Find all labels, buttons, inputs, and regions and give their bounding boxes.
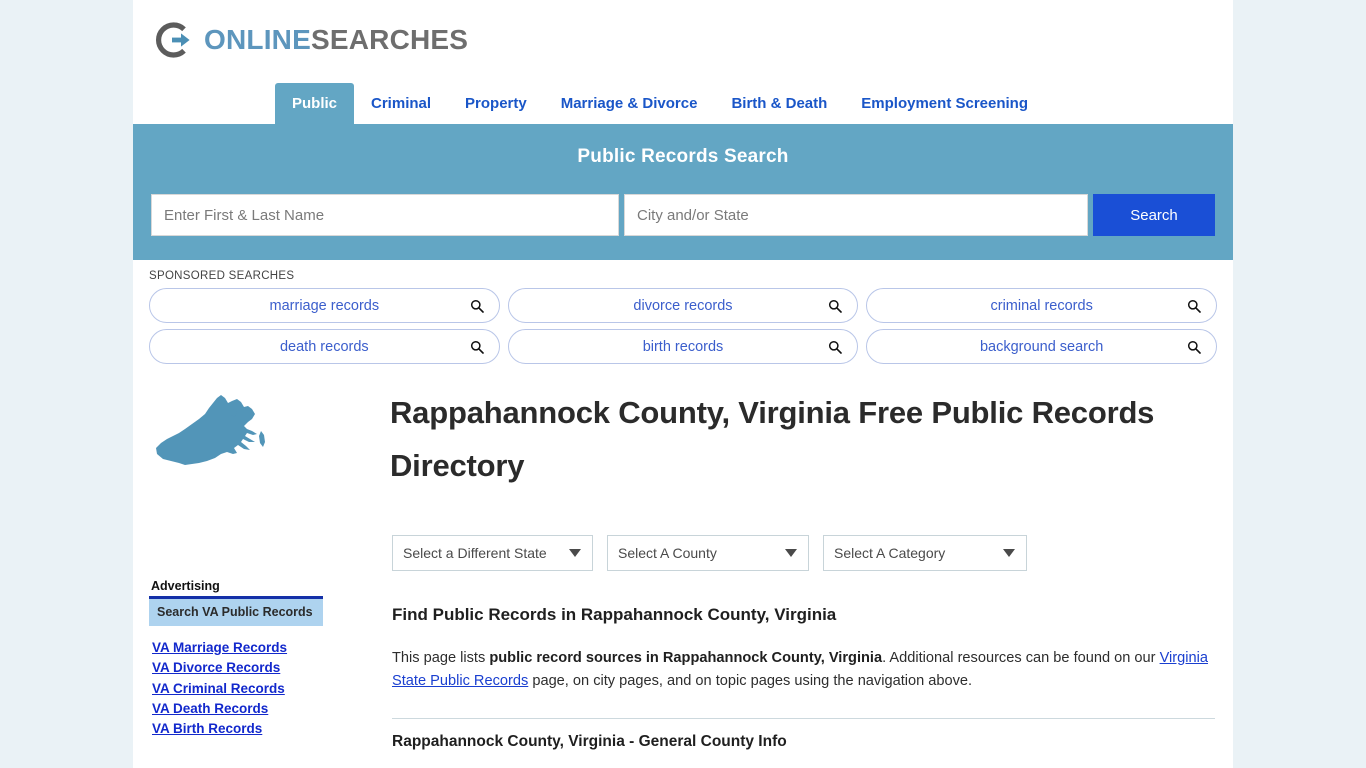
sponsored-pill-label: criminal records xyxy=(990,297,1093,314)
nav-item-property[interactable]: Property xyxy=(448,83,544,124)
sponsored-searches-grid: marriage records divorce records crimina… xyxy=(149,288,1217,364)
content-container: ONLINESEARCHES Public Criminal Property … xyxy=(133,0,1233,768)
sidebar-link-list: VA Marriage Records VA Divorce Records V… xyxy=(149,638,323,739)
paragraph-text-part2: . Additional resources can be found on o… xyxy=(882,649,1160,666)
chevron-down-icon xyxy=(1003,548,1015,557)
nav-item-birth-death-label: Birth & Death xyxy=(731,95,828,112)
search-icon xyxy=(470,299,484,313)
county-select-label: Select A County xyxy=(618,544,717,561)
nav-item-employment-screening[interactable]: Employment Screening xyxy=(844,83,1045,124)
nav-item-marriage-divorce[interactable]: Marriage & Divorce xyxy=(544,83,715,124)
nav-list: Public Criminal Property Marriage & Divo… xyxy=(275,83,1233,124)
paragraph-text-part3: page, on city pages, and on topic pages … xyxy=(528,673,973,690)
sidebar-link-va-birth-records[interactable]: VA Birth Records xyxy=(152,719,323,739)
nav-item-criminal[interactable]: Criminal xyxy=(354,83,448,124)
nav-item-property-label: Property xyxy=(465,95,527,112)
advertising-block: Advertising Search VA Public Records VA … xyxy=(149,579,323,739)
main-body: Advertising Search VA Public Records VA … xyxy=(133,386,1233,751)
category-select-label: Select A Category xyxy=(834,544,946,561)
promo-box-label: Search VA Public Records xyxy=(157,605,313,619)
sponsored-pill-birth-records[interactable]: birth records xyxy=(507,329,859,364)
online-searches-logo-icon xyxy=(152,18,196,62)
page-root: ONLINESEARCHES Public Criminal Property … xyxy=(0,0,1366,768)
virginia-state-map-icon xyxy=(149,386,280,471)
sponsored-pill-label: birth records xyxy=(642,338,724,355)
search-icon xyxy=(828,299,843,313)
sidebar-link-va-divorce-records[interactable]: VA Divorce Records xyxy=(152,658,323,678)
category-select[interactable]: Select A Category xyxy=(823,534,1027,571)
search-va-public-records-promo[interactable]: Search VA Public Records xyxy=(149,596,323,626)
advertising-label: Advertising xyxy=(151,579,220,593)
left-sidebar: Advertising Search VA Public Records VA … xyxy=(149,386,323,751)
sidebar-link-va-death-records[interactable]: VA Death Records xyxy=(152,699,323,719)
nav-item-birth-death[interactable]: Birth & Death xyxy=(714,83,844,124)
nav-item-public-label: Public xyxy=(292,95,338,112)
public-records-search-form: Search xyxy=(151,194,1215,236)
location-search-input[interactable] xyxy=(624,194,1088,236)
search-button[interactable]: Search xyxy=(1093,194,1215,236)
sponsored-pill-criminal-records[interactable]: criminal records xyxy=(866,288,1217,323)
site-logo[interactable]: ONLINESEARCHES xyxy=(152,16,1233,64)
chevron-down-icon xyxy=(569,548,581,557)
county-select[interactable]: Select A County xyxy=(607,534,809,571)
site-header: ONLINESEARCHES xyxy=(133,0,1233,83)
logo-word-searches: SEARCHES xyxy=(310,24,469,55)
general-county-info-heading: Rappahannock County, Virginia - General … xyxy=(392,732,787,750)
main-navigation: Public Criminal Property Marriage & Divo… xyxy=(133,83,1233,124)
sponsored-pill-divorce-records[interactable]: divorce records xyxy=(507,288,859,323)
search-icon xyxy=(828,340,843,354)
state-select-label: Select a Different State xyxy=(403,544,547,561)
nav-item-marriage-divorce-label: Marriage & Divorce xyxy=(560,95,698,112)
sponsored-pill-background-search[interactable]: background search xyxy=(866,329,1217,364)
paragraph-text-part1: This page lists xyxy=(392,649,490,666)
section-divider xyxy=(392,717,1215,719)
sponsored-pill-label: background search xyxy=(979,338,1104,355)
sponsored-searches-label: SPONSORED SEARCHES xyxy=(149,270,295,282)
sidebar-link-va-criminal-records[interactable]: VA Criminal Records xyxy=(152,679,323,699)
search-banner-title: Public Records Search xyxy=(577,146,789,167)
nav-item-criminal-label: Criminal xyxy=(371,95,432,112)
state-select[interactable]: Select a Different State xyxy=(392,534,593,571)
article-column: Rappahannock County, Virginia Free Publi… xyxy=(323,386,1217,751)
filter-dropdown-row: Select a Different State Select A County… xyxy=(392,534,1217,571)
search-icon xyxy=(470,340,484,354)
site-logo-text: ONLINESEARCHES xyxy=(204,26,468,54)
name-search-input[interactable] xyxy=(151,194,619,236)
search-icon xyxy=(1187,340,1201,354)
page-title: Rappahannock County, Virginia Free Publi… xyxy=(390,395,1155,484)
sponsored-pill-label: death records xyxy=(279,338,369,355)
public-records-search-banner: Public Records Search Search xyxy=(133,124,1233,260)
sidebar-link-va-marriage-records[interactable]: VA Marriage Records xyxy=(152,638,323,658)
sponsored-searches-section: SPONSORED SEARCHES marriage records divo… xyxy=(133,260,1233,364)
nav-item-employment-screening-label: Employment Screening xyxy=(861,95,1029,112)
sponsored-pill-label: marriage records xyxy=(269,297,380,314)
article-intro-paragraph: This page lists public record sources in… xyxy=(392,647,1217,694)
search-icon xyxy=(1187,299,1201,313)
logo-word-online: ONLINE xyxy=(204,24,311,55)
sponsored-pill-death-records[interactable]: death records xyxy=(149,329,500,364)
find-public-records-heading: Find Public Records in Rappahannock Coun… xyxy=(392,604,837,624)
sponsored-pill-marriage-records[interactable]: marriage records xyxy=(149,288,500,323)
nav-item-public[interactable]: Public xyxy=(275,83,355,124)
paragraph-bold-sources: public record sources in Rappahannock Co… xyxy=(489,649,883,666)
chevron-down-icon xyxy=(785,548,797,557)
sponsored-pill-label: divorce records xyxy=(633,297,733,314)
